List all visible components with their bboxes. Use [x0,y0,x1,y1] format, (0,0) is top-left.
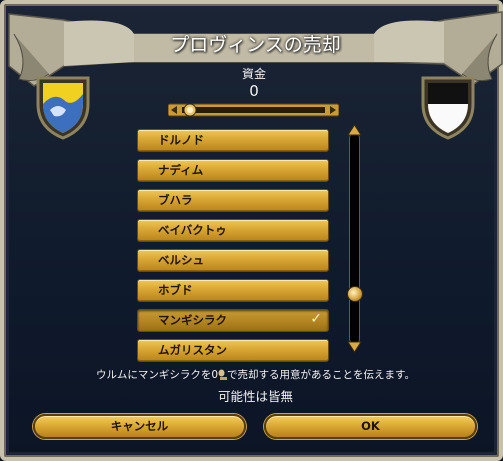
cancel-button[interactable]: キャンセル [33,414,246,439]
province-item[interactable]: ブハラ [137,189,329,212]
ok-button[interactable]: OK [264,414,477,439]
province-label: ベイバクトゥ [158,223,227,237]
gold-slider[interactable] [168,102,339,118]
gold-value: 0 [249,82,259,100]
scrollbar-thumb[interactable] [347,286,363,302]
province-item[interactable]: ドルノド [137,129,329,152]
message-text-after: で売却する用意があることを伝えます。 [227,369,415,381]
province-label: ドルノド [158,133,204,147]
country-shield-icon [421,76,475,140]
province-label: ブハラ [158,193,193,207]
gold-label: 資金 [241,67,266,81]
province-item[interactable]: ムガリスタン [137,339,329,362]
province-item[interactable]: ホブド [137,279,329,302]
message-text-before: ウルムにマンギシラクを0 [96,369,219,381]
scroll-up-arrow-icon[interactable] [347,124,362,136]
province-label: マンギシラク [158,313,227,327]
province-shield-icon [36,76,90,140]
province-label: ホブド [158,283,193,297]
province-item[interactable]: ベイバクトゥ [137,219,329,242]
province-label: ナディム [158,163,204,177]
sell-province-dialog: プロヴィンスの売却 資金 0 ウルムにマンギシラクを0 で売却する用意があることを… [0,0,503,461]
check-icon: ✓ [310,311,322,327]
province-item[interactable]: マンギシラク ✓ [137,309,329,332]
scroll-down-arrow-icon[interactable] [347,341,362,353]
scrollbar-track[interactable] [350,134,359,343]
gold-coin-icon [218,369,228,380]
sale-message: ウルムにマンギシラクを0 で売却する用意があることを伝えます。 [4,367,503,382]
province-label: ムガリスタン [158,343,227,357]
province-item[interactable]: ベルシュ [137,249,329,272]
province-label: ベルシュ [158,253,204,267]
dialog-title: プロヴィンスの売却 [170,34,341,56]
province-item[interactable]: ナディム [137,159,329,182]
acceptance-chance: 可能性は皆無 [217,389,293,404]
